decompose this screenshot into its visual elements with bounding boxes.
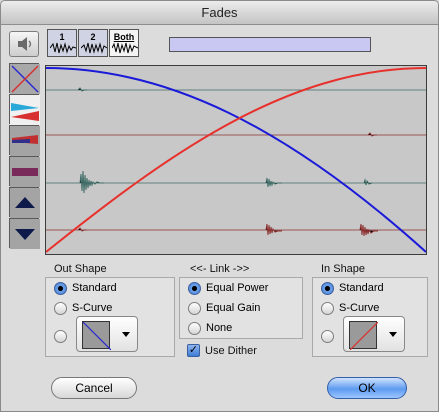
fade-name-bar <box>169 37 371 52</box>
fade-in-curve <box>46 67 426 253</box>
in-shape-standard-radio[interactable]: Standard <box>321 280 384 296</box>
in-shape-popup[interactable] <box>343 316 405 352</box>
waveform-track-2 <box>77 132 378 237</box>
in-shape-thumbnail <box>349 321 379 351</box>
out-shape-popup[interactable] <box>76 316 138 352</box>
crossfade-tool[interactable] <box>9 63 40 94</box>
option-label: S-Curve <box>339 302 380 314</box>
out-shape-standard-radio[interactable]: Standard <box>54 280 117 296</box>
chevron-down-icon <box>122 332 130 337</box>
out-shape-thumbnail <box>82 321 112 351</box>
fade-in-out-icon <box>10 95 40 125</box>
fade-out-curve <box>46 67 426 253</box>
option-label: Standard <box>339 282 384 294</box>
arrow-up-icon <box>10 188 40 218</box>
out-shape-panel: Standard S-Curve <box>45 277 175 357</box>
radio-unselected[interactable] <box>188 301 201 315</box>
overlay-icon <box>10 126 40 156</box>
option-label: S-Curve <box>72 302 113 314</box>
zoom-down-button[interactable] <box>9 218 40 249</box>
radio-unselected[interactable] <box>54 329 67 343</box>
radio-unselected[interactable] <box>321 301 334 315</box>
radio-selected[interactable] <box>321 281 334 295</box>
view-both-tracks-button[interactable]: Both <box>109 29 139 57</box>
in-shape-label: In Shape <box>321 263 366 275</box>
view-track-1-button[interactable]: 1 <box>47 29 77 57</box>
equal-power-radio[interactable]: Equal Power <box>188 280 268 296</box>
radio-selected[interactable] <box>54 281 67 295</box>
waveform-icon <box>50 42 76 54</box>
chevron-down-icon <box>389 332 397 337</box>
equal-gain-radio[interactable]: Equal Gain <box>188 300 260 316</box>
title-bar[interactable]: Fades <box>1 1 438 25</box>
out-shape-label: Out Shape <box>54 263 107 275</box>
in-shape-custom-radio[interactable] <box>321 328 334 344</box>
track-1-label: 1 <box>59 32 65 42</box>
waveform-icon <box>81 42 107 54</box>
crossfade-icon <box>10 64 40 94</box>
radio-unselected[interactable] <box>54 301 67 315</box>
block-icon <box>10 157 40 187</box>
track-2-label: 2 <box>90 32 96 42</box>
radio-unselected[interactable] <box>188 321 201 335</box>
out-shape-custom-radio[interactable] <box>54 328 67 344</box>
overlay-tool[interactable] <box>9 125 40 156</box>
out-shape-s-curve-radio[interactable]: S-Curve <box>54 300 112 316</box>
option-label: None <box>206 322 233 334</box>
link-panel: Equal Power Equal Gain None <box>179 277 303 339</box>
fade-in-out-tool[interactable] <box>9 94 40 125</box>
option-label: Standard <box>72 282 117 294</box>
option-label: Equal Power <box>206 282 269 294</box>
waveform-track-1 <box>77 87 373 194</box>
audition-button[interactable] <box>9 31 39 57</box>
in-shape-panel: Standard S-Curve <box>312 277 428 357</box>
option-label: Equal Gain <box>206 302 261 314</box>
view-track-2-button[interactable]: 2 <box>78 29 108 57</box>
window-title: Fades <box>201 5 238 20</box>
use-dither-checkbox[interactable]: ✓ <box>187 344 200 357</box>
fade-out-curve-icon <box>82 321 112 351</box>
speaker-icon <box>18 37 32 51</box>
arrow-down-icon <box>10 219 40 249</box>
none-radio[interactable]: None <box>188 320 232 336</box>
ok-button[interactable]: OK <box>327 377 407 399</box>
both-label: Both <box>113 32 135 42</box>
radio-unselected[interactable] <box>321 329 334 343</box>
block-tool[interactable] <box>9 156 40 187</box>
use-dither-label: Use Dither <box>205 345 257 357</box>
waveform-icon <box>112 42 138 54</box>
fade-in-curve-icon <box>349 321 379 351</box>
fades-dialog: Fades 1 2 Both Out Shape Standard S-Curv… <box>0 0 439 412</box>
link-label: <<- Link ->> <box>190 263 250 275</box>
zoom-up-button[interactable] <box>9 187 40 218</box>
cancel-button[interactable]: Cancel <box>51 377 137 399</box>
fade-curves <box>46 67 426 253</box>
fade-display[interactable] <box>45 65 427 255</box>
in-shape-s-curve-radio[interactable]: S-Curve <box>321 300 379 316</box>
radio-selected[interactable] <box>188 281 201 295</box>
